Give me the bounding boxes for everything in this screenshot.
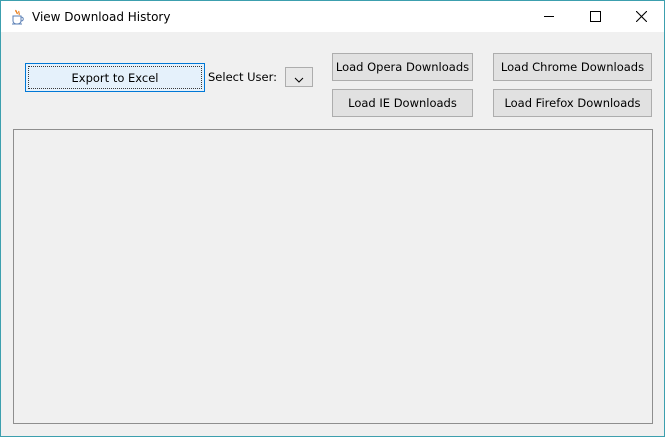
load-ie-downloads-button[interactable]: Load IE Downloads (332, 89, 473, 117)
chevron-down-icon (294, 68, 304, 87)
load-ie-label: Load IE Downloads (348, 96, 457, 110)
minimize-button[interactable] (526, 1, 572, 32)
focus-indicator (28, 66, 202, 89)
select-user-label: Select User: (208, 70, 278, 84)
export-to-excel-button[interactable]: Export to Excel (25, 63, 205, 92)
load-chrome-downloads-button[interactable]: Load Chrome Downloads (493, 53, 652, 81)
content-area: Export to Excel Select User: Load Opera … (1, 32, 664, 436)
main-window: View Download History Export to Excel Se… (0, 0, 665, 437)
load-firefox-label: Load Firefox Downloads (504, 96, 641, 110)
window-title: View Download History (32, 10, 171, 24)
user-select-dropdown[interactable] (285, 67, 313, 87)
java-coffee-cup-icon (11, 9, 25, 25)
title-bar[interactable]: View Download History (1, 1, 664, 32)
download-history-panel[interactable] (13, 129, 653, 424)
maximize-button[interactable] (572, 1, 618, 32)
load-opera-downloads-button[interactable]: Load Opera Downloads (332, 53, 473, 81)
minimize-icon (543, 7, 555, 26)
load-chrome-label: Load Chrome Downloads (500, 60, 645, 74)
maximize-icon (589, 7, 601, 26)
load-opera-label: Load Opera Downloads (335, 60, 470, 74)
load-firefox-downloads-button[interactable]: Load Firefox Downloads (493, 89, 652, 117)
close-icon (635, 7, 647, 26)
close-button[interactable] (618, 1, 664, 32)
